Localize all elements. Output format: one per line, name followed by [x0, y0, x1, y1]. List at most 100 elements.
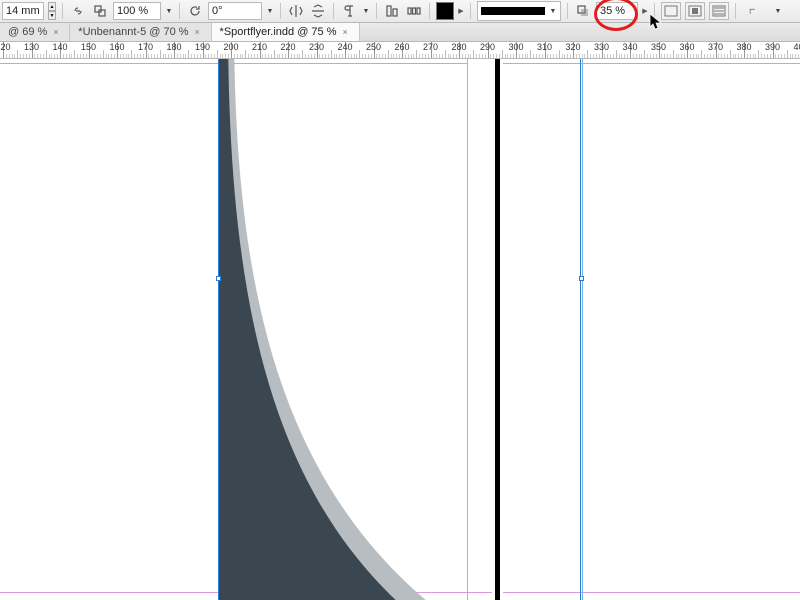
ruler-tick: [183, 54, 184, 58]
ruler-tick: [251, 54, 252, 58]
ruler-tick: [710, 54, 711, 58]
ruler-tick: [741, 54, 742, 58]
ruler-tick: [299, 54, 300, 58]
ruler-tick: [579, 54, 580, 58]
ruler-tick: [66, 54, 67, 58]
ruler-tick: [71, 54, 72, 58]
ruler-tick: [644, 50, 645, 58]
close-icon[interactable]: ×: [343, 28, 351, 36]
dimension-spinner[interactable]: ▲▼: [48, 2, 56, 20]
ruler-tick: [690, 54, 691, 58]
ruler-tick: [510, 54, 511, 58]
align-icon[interactable]: [383, 2, 401, 20]
ruler-tick: [148, 54, 149, 58]
text-wrap-none-icon[interactable]: [661, 2, 681, 20]
page-right: [503, 59, 800, 600]
ruler-tick-label: 180: [166, 42, 181, 52]
separator: [62, 3, 63, 19]
separator: [179, 3, 180, 19]
document-tab[interactable]: *Sportflyer.indd @ 75 % ×: [212, 23, 360, 41]
ruler-tick: [80, 54, 81, 58]
ruler-tick: [767, 54, 768, 58]
ruler-tick: [621, 54, 622, 58]
corner-options-dropdown[interactable]: ▼: [774, 8, 782, 15]
ruler-tick: [758, 50, 759, 58]
scale-dropdown[interactable]: ▼: [165, 8, 173, 15]
ruler-tick-label: 270: [423, 42, 438, 52]
ruler-tick: [593, 54, 594, 58]
paragraph-style-dropdown[interactable]: ▼: [362, 8, 370, 15]
ruler-tick: [567, 54, 568, 58]
flip-horizontal-icon[interactable]: [287, 2, 305, 20]
rotation-field[interactable]: 0°: [208, 2, 262, 20]
ruler-tick: [656, 54, 657, 58]
close-icon[interactable]: ×: [53, 28, 61, 36]
ruler-tick-label: 400: [793, 42, 800, 52]
selection-handle[interactable]: [216, 276, 221, 281]
ruler-tick: [670, 54, 671, 58]
ruler-tick: [750, 54, 751, 58]
fill-swatch[interactable]: [436, 2, 454, 20]
ruler-tick: [108, 54, 109, 58]
ruler-tick: [111, 54, 112, 58]
flip-vertical-icon[interactable]: [309, 2, 327, 20]
ruler-tick: [245, 50, 246, 58]
ruler-tick: [525, 54, 526, 58]
tint-percent-field[interactable]: 35 %: [596, 2, 638, 20]
stroke-style-dropdown[interactable]: ▼: [549, 8, 557, 15]
separator: [654, 3, 655, 19]
ruler-tick: [795, 54, 796, 58]
ruler-tick: [450, 54, 451, 58]
ruler-tick-label: 290: [480, 42, 495, 52]
distribute-icon[interactable]: [405, 2, 423, 20]
ruler-guide[interactable]: [582, 59, 583, 600]
link-icon[interactable]: [69, 2, 87, 20]
selection-handle[interactable]: [579, 276, 584, 281]
close-icon[interactable]: ×: [195, 28, 203, 36]
ruler-tick: [693, 54, 694, 58]
tint-flyout[interactable]: ▶: [642, 3, 648, 19]
ruler-tick: [727, 54, 728, 58]
ruler-tick: [502, 50, 503, 58]
corner-options-icon[interactable]: [742, 2, 770, 20]
dimension-field[interactable]: 14 mm: [2, 2, 44, 20]
ruler-guide[interactable]: [218, 59, 219, 600]
ruler-tick: [553, 54, 554, 58]
effects-icon[interactable]: [574, 2, 592, 20]
ruler-tick: [200, 54, 201, 58]
ruler-tick: [348, 54, 349, 58]
ruler-tick: [681, 54, 682, 58]
paragraph-style-icon[interactable]: [340, 2, 358, 20]
ruler-tick-label: 150: [81, 42, 96, 52]
ruler-tick: [83, 54, 84, 58]
ruler-tick: [556, 54, 557, 58]
ruler-tick: [305, 54, 306, 58]
ruler-tick: [234, 54, 235, 58]
ruler-tick: [775, 54, 776, 58]
rotation-dropdown[interactable]: ▼: [266, 8, 274, 15]
ruler-tick: [51, 54, 52, 58]
horizontal-ruler[interactable]: 1201301401501601701801902002102202302402…: [0, 42, 800, 59]
fill-flyout[interactable]: ▶: [458, 3, 464, 19]
stroke-style-field[interactable]: ▼: [477, 1, 561, 21]
ruler-tick: [519, 54, 520, 58]
ruler-tick: [325, 54, 326, 58]
separator: [376, 3, 377, 19]
ruler-tick-label: 240: [337, 42, 352, 52]
ruler-tick: [613, 54, 614, 58]
document-tab[interactable]: @ 69 % ×: [0, 23, 70, 41]
ruler-tick: [248, 54, 249, 58]
ruler-tick-label: 370: [708, 42, 723, 52]
ruler-tick-label: 210: [252, 42, 267, 52]
document-canvas[interactable]: [0, 59, 800, 600]
ruler-tick: [650, 54, 651, 58]
text-wrap-bounding-icon[interactable]: [685, 2, 705, 20]
ruler-tick: [576, 54, 577, 58]
scale-percent-field[interactable]: 100 %: [113, 2, 161, 20]
ruler-tick: [339, 54, 340, 58]
ruler-tick: [257, 54, 258, 58]
separator: [470, 3, 471, 19]
text-wrap-shape-icon[interactable]: [709, 2, 729, 20]
document-tab[interactable]: *Unbenannt-5 @ 70 % ×: [70, 23, 211, 41]
ruler-tick: [770, 54, 771, 58]
